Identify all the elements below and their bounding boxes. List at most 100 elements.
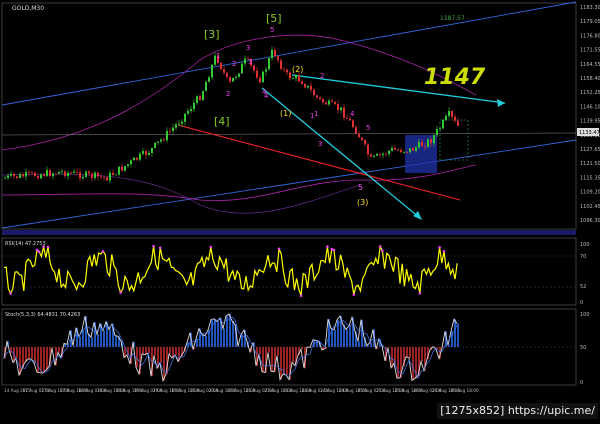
candle-body xyxy=(310,86,312,90)
stoch-bar xyxy=(406,347,408,357)
candle-body xyxy=(379,154,381,155)
candle-body xyxy=(136,158,138,160)
candle-body xyxy=(262,72,264,83)
candle-body xyxy=(76,172,78,173)
candle-body xyxy=(19,174,21,178)
candle-body xyxy=(436,129,438,135)
stoch-bar xyxy=(160,347,162,363)
candle-body xyxy=(328,101,330,105)
stoch-bar xyxy=(79,337,81,347)
stoch-bar xyxy=(16,347,18,358)
price-tick-label: 1115.35 xyxy=(580,175,600,181)
rsi-extreme-dot xyxy=(379,245,382,248)
stoch-bar xyxy=(103,331,105,347)
stoch-bar xyxy=(280,347,282,380)
candle-body xyxy=(142,151,144,154)
candle-body xyxy=(301,81,303,84)
price-tick-label: 1164.55 xyxy=(580,62,600,68)
candle-body xyxy=(418,142,420,147)
candle-body xyxy=(316,95,318,97)
wave-label-major-3: [3] xyxy=(204,28,220,41)
candle-body xyxy=(409,148,411,152)
candle-body xyxy=(220,63,222,69)
candle-body xyxy=(181,122,183,124)
candle-body xyxy=(109,173,111,181)
highlight-box[interactable] xyxy=(405,135,437,173)
candle-body xyxy=(235,77,237,78)
price-tick-label: 1152.25 xyxy=(580,90,600,96)
candle-body xyxy=(445,116,447,120)
candle-body xyxy=(193,103,195,109)
candle-body xyxy=(277,56,279,60)
candle-body xyxy=(361,137,363,140)
stoch-bar xyxy=(448,345,450,347)
minor-wave-label: 5 xyxy=(366,124,370,132)
candle-body xyxy=(229,77,231,81)
candle-body xyxy=(388,151,390,154)
stoch-bar xyxy=(232,321,234,347)
price-tick-label: 1158.40 xyxy=(580,76,600,82)
candle-body xyxy=(232,78,234,82)
rsi-extreme-dot xyxy=(278,248,281,251)
candle-body xyxy=(421,142,423,146)
candle-body xyxy=(166,131,168,140)
candle-body xyxy=(46,170,48,176)
candle-body xyxy=(385,154,387,155)
stoch-label: Stoch(5,3,3) 64.4831 70.4263 xyxy=(5,312,80,318)
price-tick-label: 1139.95 xyxy=(580,119,600,125)
stoch-bar xyxy=(154,347,156,355)
candle-body xyxy=(85,172,87,177)
rsi-extreme-dot xyxy=(381,249,384,252)
price-tick-label: 1171.55 xyxy=(580,48,600,54)
candle-body xyxy=(289,72,291,78)
stoch-bar xyxy=(205,336,207,347)
panel-separator xyxy=(2,230,576,235)
rsi-extreme-dot xyxy=(210,246,213,249)
price-tick-label: 1127.65 xyxy=(580,147,600,153)
candle-body xyxy=(406,152,408,153)
candle-body xyxy=(427,139,429,146)
price-tick-label: 1109.20 xyxy=(580,190,600,196)
stoch-bar xyxy=(268,347,270,353)
candle-body xyxy=(346,118,348,119)
stoch-bar xyxy=(163,347,165,381)
candle-body xyxy=(343,107,345,118)
candle-body xyxy=(274,50,276,56)
candle-body xyxy=(424,146,426,147)
time-tick-label: 26 Aug 18:00 xyxy=(450,388,479,393)
candle-body xyxy=(382,154,384,155)
candle-body xyxy=(70,173,72,174)
minor-wave-label: 1 xyxy=(216,52,220,60)
candle-body xyxy=(97,173,99,177)
candle-body xyxy=(259,78,261,82)
candle-body xyxy=(196,96,198,103)
candle-body xyxy=(22,174,24,176)
rsi-extreme-dot xyxy=(38,250,41,253)
price-tick-label: 1183.30 xyxy=(580,5,600,11)
candle-body xyxy=(334,102,336,104)
minor-wave-label: 2 xyxy=(232,60,236,68)
wave-label-major-5: [5] xyxy=(266,12,282,25)
wave-label-sub-2: (2) xyxy=(292,65,303,74)
trading-chart[interactable]: GOLD,M30 1187.57 1147 [3] [5] [4] (2) (1… xyxy=(0,0,600,420)
candle-body xyxy=(55,174,57,175)
candle-body xyxy=(451,111,453,117)
rsi-extreme-dot xyxy=(353,293,356,296)
candle-body xyxy=(403,152,405,153)
minor-wave-label: 5 xyxy=(270,26,274,34)
time-axis[interactable]: 14 Aug 201517 Aug 02:0017 Aug 10:0017 Au… xyxy=(4,388,479,393)
stoch-bar xyxy=(31,347,33,359)
candle-body xyxy=(145,151,147,155)
stoch-bar xyxy=(457,324,459,347)
candle-body xyxy=(121,167,123,171)
candle-body xyxy=(430,139,432,143)
rsi-extreme-dot xyxy=(47,246,50,249)
candle-body xyxy=(88,172,90,174)
footer-caption: [1275x852] https://upic.me/ xyxy=(437,403,598,419)
wave-label-major-4: [4] xyxy=(214,115,230,128)
candle-body xyxy=(457,121,459,126)
minor-wave-label: 4 xyxy=(350,110,355,118)
minor-wave-label: 2 xyxy=(320,72,324,80)
candle-body xyxy=(280,60,282,69)
rsi-extreme-dot xyxy=(300,294,303,297)
